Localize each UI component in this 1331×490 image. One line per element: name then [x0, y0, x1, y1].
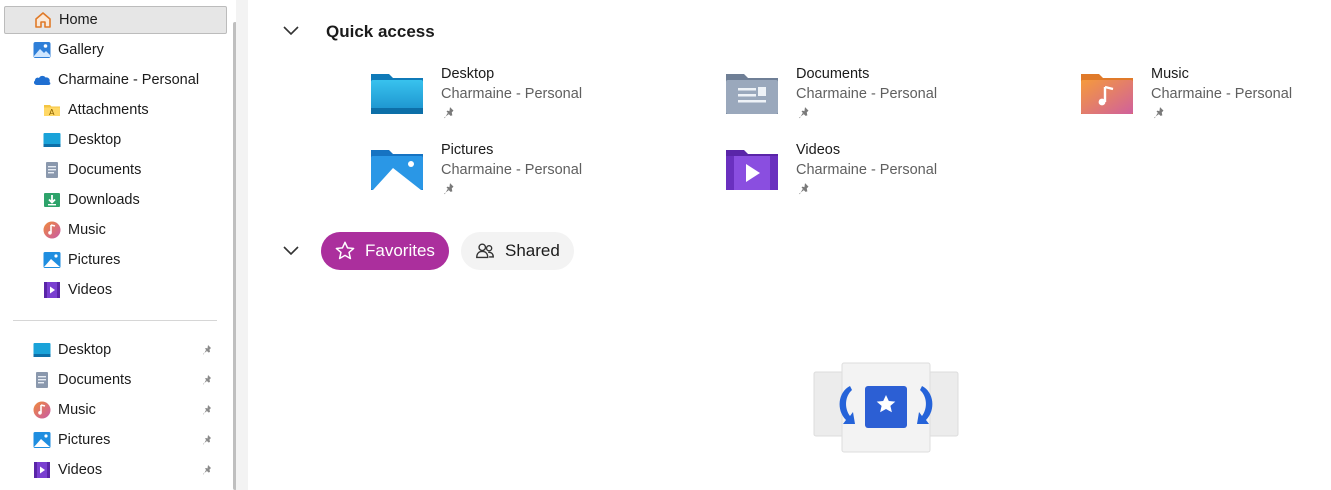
pane-splitter[interactable] [236, 0, 248, 490]
quick-access-tile-pictures[interactable]: Pictures Charmaine - Personal [369, 142, 669, 206]
pin-icon [443, 182, 457, 196]
pin-icon [443, 106, 457, 120]
downloads-folder-icon [42, 190, 62, 210]
quick-access-tile-documents[interactable]: Documents Charmaine - Personal [724, 66, 1024, 130]
sidebar-item-label: Charmaine - Personal [58, 72, 200, 88]
home-icon [33, 10, 53, 30]
sidebar-item-music[interactable]: Music [42, 216, 227, 244]
sidebar-item-label: Desktop [58, 342, 112, 358]
svg-text:A: A [49, 108, 55, 117]
tile-name: Documents [796, 66, 870, 82]
attachments-folder-icon: A [42, 100, 62, 120]
sidebar-item-desktop[interactable]: Desktop [42, 126, 227, 154]
videos-folder-icon [42, 280, 62, 300]
tile-name: Desktop [441, 66, 495, 82]
quick-access-tile-videos[interactable]: Videos Charmaine - Personal [724, 142, 1024, 206]
favorites-tab[interactable]: Favorites [321, 232, 449, 270]
sidebar-item-attachments[interactable]: A Attachments [42, 96, 227, 124]
sidebar-item-label: Documents [68, 162, 142, 178]
favorites-empty-illustration [812, 362, 960, 454]
navigation-pane: Home Gallery Charmaine - Personal A Atta… [0, 0, 237, 490]
sidebar-item-documents[interactable]: Documents [42, 156, 227, 184]
sidebar-item-home[interactable]: Home [4, 6, 227, 34]
sidebar-item-label: Pictures [58, 432, 111, 448]
tile-name: Music [1151, 66, 1189, 82]
sidebar-item-label: Videos [58, 462, 103, 478]
desktop-folder-icon [369, 68, 425, 116]
sidebar-item-gallery[interactable]: Gallery [32, 36, 222, 64]
pin-icon[interactable] [200, 402, 216, 418]
sidebar-item-label: Music [68, 222, 106, 238]
pin-icon[interactable] [200, 432, 216, 448]
desktop-folder-icon [32, 340, 52, 360]
videos-folder-icon [724, 144, 780, 192]
sidebar-item-label: Documents [58, 372, 132, 388]
sidebar-item-videos[interactable]: Videos [42, 276, 227, 304]
sidebar-item-label: Music [58, 402, 96, 418]
star-icon [333, 239, 357, 263]
sidebar-item-label: Attachments [68, 102, 149, 118]
documents-folder-icon [724, 68, 780, 116]
pinned-item-desktop[interactable]: Desktop [32, 336, 228, 364]
sidebar-item-label: Pictures [68, 252, 121, 268]
sidebar-item-label: Desktop [68, 132, 122, 148]
sidebar-item-label: Videos [68, 282, 113, 298]
pin-icon[interactable] [200, 372, 216, 388]
onedrive-cloud-icon [32, 70, 52, 90]
sidebar-item-onedrive[interactable]: Charmaine - Personal [32, 66, 222, 94]
sidebar-item-label: Home [59, 12, 98, 28]
tile-location: Charmaine - Personal [796, 162, 938, 178]
tile-location: Charmaine - Personal [1151, 86, 1293, 102]
pin-icon[interactable] [200, 342, 216, 358]
quick-access-title: Quick access [326, 22, 435, 41]
sidebar-divider [13, 320, 217, 321]
documents-folder-icon [42, 160, 62, 180]
documents-folder-icon [32, 370, 52, 390]
pinned-item-pictures[interactable]: Pictures [32, 426, 228, 454]
pin-icon [798, 106, 812, 120]
sidebar-item-downloads[interactable]: Downloads [42, 186, 227, 214]
shared-tab[interactable]: Shared [461, 232, 574, 270]
tile-location: Charmaine - Personal [441, 162, 583, 178]
pin-icon[interactable] [200, 462, 216, 478]
pin-icon [1153, 106, 1167, 120]
sidebar-item-pictures[interactable]: Pictures [42, 246, 227, 274]
music-folder-icon [32, 400, 52, 420]
sidebar-item-label: Gallery [58, 42, 104, 58]
videos-folder-icon [32, 460, 52, 480]
tile-location: Charmaine - Personal [441, 86, 583, 102]
collapse-quick-access-chevron-icon[interactable] [282, 22, 300, 40]
tile-location: Charmaine - Personal [796, 86, 938, 102]
pin-icon [798, 182, 812, 196]
music-folder-icon [42, 220, 62, 240]
desktop-folder-icon [42, 130, 62, 150]
sidebar-item-label: Downloads [68, 192, 140, 208]
music-folder-icon [1079, 68, 1135, 116]
quick-access-tile-music[interactable]: Music Charmaine - Personal [1079, 66, 1331, 130]
pictures-folder-icon [369, 144, 425, 192]
collapse-favorites-chevron-icon[interactable] [282, 242, 300, 260]
pinned-item-documents[interactable]: Documents [32, 366, 228, 394]
tile-name: Pictures [441, 142, 494, 158]
pinned-item-music[interactable]: Music [32, 396, 228, 424]
tile-name: Videos [796, 142, 841, 158]
people-icon [473, 239, 497, 263]
quick-access-tile-desktop[interactable]: Desktop Charmaine - Personal [369, 66, 669, 130]
pictures-folder-icon [42, 250, 62, 270]
pictures-folder-icon [32, 430, 52, 450]
gallery-icon [32, 40, 52, 60]
pinned-item-videos[interactable]: Videos [32, 456, 228, 484]
shared-label: Shared [505, 241, 560, 260]
favorites-label: Favorites [365, 241, 435, 260]
